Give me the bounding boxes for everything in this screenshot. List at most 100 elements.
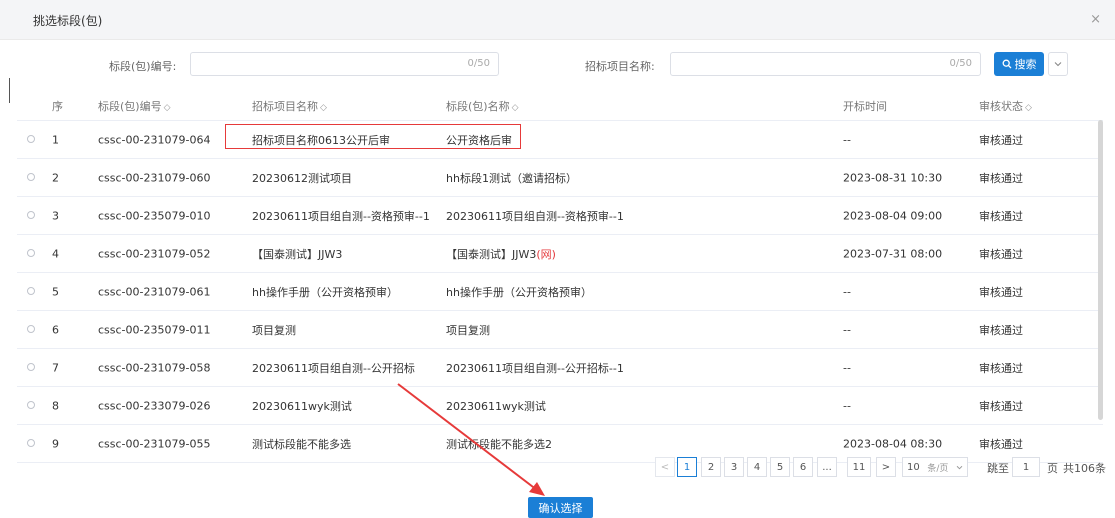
header-status[interactable]: 审核状态 ◇ (979, 98, 1032, 114)
sort-icon[interactable]: ◇ (512, 103, 519, 113)
cell-code: cssc-00-235079-011 (98, 323, 211, 336)
cell-open-time: 2023-08-04 08:30 (843, 437, 943, 450)
cell-project: 20230612测试项目 (252, 171, 352, 185)
cell-code: cssc-00-231079-060 (98, 171, 211, 184)
cell-project: 20230611项目组自测--资格预审--1 (252, 209, 430, 223)
table-header: 序 标段(包)编号 ◇ 招标项目名称 ◇ 标段(包)名称 ◇ 开标时间 审核状态 ◇ (17, 92, 1103, 121)
project-input[interactable] (677, 55, 940, 75)
total-count: 共106条 (1063, 462, 1106, 475)
cell-code: cssc-00-235079-010 (98, 209, 211, 222)
sort-icon[interactable]: ◇ (320, 103, 327, 113)
table-row[interactable]: 3 cssc-00-235079-010 20230611项目组自测--资格预审--… (17, 197, 1103, 235)
page-button[interactable]: 6 (793, 457, 813, 477)
text-cursor (9, 78, 10, 103)
header-name[interactable]: 标段(包)名称 ◇ (446, 98, 519, 114)
close-icon[interactable]: × (1090, 12, 1101, 27)
header-open-time: 开标时间 (843, 100, 887, 113)
cell-open-time: -- (843, 323, 851, 336)
page-size-select[interactable]: 10 条/页 (902, 457, 968, 477)
row-radio[interactable] (27, 248, 35, 257)
cell-code: cssc-00-233079-026 (98, 399, 211, 412)
page-button[interactable]: 1 (677, 457, 697, 477)
header-project[interactable]: 招标项目名称 ◇ (252, 98, 327, 114)
cell-code: cssc-00-231079-061 (98, 285, 211, 298)
cell-open-time: 2023-08-04 09:00 (843, 209, 943, 222)
sort-icon[interactable]: ◇ (1025, 103, 1032, 113)
page-button[interactable]: 4 (747, 457, 767, 477)
cell-name: 项目复测 (446, 322, 490, 338)
page-size-value: 10 (907, 461, 920, 473)
cell-name: 20230611项目组自测--公开招标--1 (446, 360, 624, 376)
bid-section-table: 序 标段(包)编号 ◇ 招标项目名称 ◇ 标段(包)名称 ◇ 开标时间 审核状态 ◇ 1… (17, 92, 1103, 463)
page-button[interactable]: 3 (724, 457, 744, 477)
cell-seq: 1 (52, 133, 59, 146)
table-row[interactable]: 6 cssc-00-235079-011 项目复测 项目复测 -- 审核通过 (17, 311, 1103, 349)
search-button[interactable]: 搜索 (994, 52, 1044, 76)
cell-status: 审核通过 (979, 285, 1023, 299)
table-row[interactable]: 4 cssc-00-231079-052 【国泰测试】JJW3 【国泰测试】JJW3(… (17, 235, 1103, 273)
row-radio[interactable] (27, 210, 35, 219)
search-button-label: 搜索 (1014, 58, 1037, 71)
page-button[interactable]: 2 (701, 457, 721, 477)
header-status-label: 审核状态 (979, 100, 1023, 113)
search-bar: 标段(包)编号: 0/50 招标项目名称: 0/50 搜索 (0, 52, 1115, 78)
cell-name: 【国泰测试】JJW3(网) (446, 246, 556, 262)
prev-page-button[interactable]: < (655, 457, 675, 477)
cell-code: cssc-00-231079-058 (98, 361, 211, 374)
row-radio[interactable] (27, 286, 35, 295)
page-ellipsis[interactable]: ... (817, 457, 837, 477)
chevron-down-icon (956, 465, 963, 469)
cell-name-text: hh操作手册（公开资格预审） (446, 285, 592, 299)
row-radio[interactable] (27, 438, 35, 447)
row-radio[interactable] (27, 172, 35, 181)
header-project-label: 招标项目名称 (252, 100, 318, 113)
cell-seq: 9 (52, 437, 59, 450)
cell-name-text: 【国泰测试】JJW3 (446, 247, 537, 261)
cell-seq: 7 (52, 361, 59, 374)
jump-input[interactable]: 1 (1012, 457, 1040, 477)
row-radio[interactable] (27, 134, 35, 143)
table-row[interactable]: 7 cssc-00-231079-058 20230611项目组自测--公开招标 20… (17, 349, 1103, 387)
cell-name: 20230611项目组自测--资格预审--1 (446, 208, 624, 224)
page-button[interactable]: 11 (847, 457, 871, 477)
sort-icon[interactable]: ◇ (164, 103, 171, 113)
table-row[interactable]: 5 cssc-00-231079-061 hh操作手册（公开资格预审） hh操作手册（… (17, 273, 1103, 311)
cell-name-text: hh标段1测试（邀请招标） (446, 171, 577, 185)
cell-code: cssc-00-231079-052 (98, 247, 211, 260)
project-char-count: 0/50 (949, 58, 972, 69)
cell-seq: 6 (52, 323, 59, 336)
cell-status: 审核通过 (979, 209, 1023, 223)
code-input[interactable] (197, 55, 458, 75)
dialog-header: 挑选标段(包) × (0, 0, 1115, 40)
cell-project: 20230611wyk测试 (252, 399, 352, 413)
pagination: < 1 2 3 4 5 6... 11 > 10 条/页 跳至 1 页 共106条 (0, 457, 1115, 477)
cell-name: 20230611wyk测试 (446, 398, 546, 414)
expand-search-button[interactable] (1048, 52, 1068, 76)
cell-name-text: 20230611项目组自测--资格预审--1 (446, 209, 624, 223)
confirm-selection-button[interactable]: 确认选择 (528, 497, 593, 518)
cell-name-text: 20230611项目组自测--公开招标--1 (446, 361, 624, 375)
cell-seq: 4 (52, 247, 59, 260)
table-row[interactable]: 1 cssc-00-231079-064 招标项目名称0613公开后审 公开资格后审 -… (17, 121, 1103, 159)
code-field[interactable]: 0/50 (190, 52, 499, 76)
page-button[interactable]: 5 (770, 457, 790, 477)
cell-project: hh操作手册（公开资格预审） (252, 285, 398, 299)
header-code[interactable]: 标段(包)编号 ◇ (98, 98, 171, 114)
row-radio[interactable] (27, 324, 35, 333)
cell-seq: 5 (52, 285, 59, 298)
cell-open-time: 2023-07-31 08:00 (843, 247, 943, 260)
cell-name-text: 测试标段能不能多选2 (446, 437, 552, 451)
cell-open-time: -- (843, 133, 851, 146)
project-field[interactable]: 0/50 (670, 52, 981, 76)
cell-open-time: -- (843, 361, 851, 374)
row-radio[interactable] (27, 400, 35, 409)
next-page-button[interactable]: > (876, 457, 896, 477)
table-row[interactable]: 2 cssc-00-231079-060 20230612测试项目 hh标段1测试（邀… (17, 159, 1103, 197)
header-name-label: 标段(包)名称 (446, 100, 510, 113)
table-row[interactable]: 8 cssc-00-233079-026 20230611wyk测试 20230611… (17, 387, 1103, 425)
cell-seq: 8 (52, 399, 59, 412)
cell-status: 审核通过 (979, 133, 1023, 147)
row-radio[interactable] (27, 362, 35, 371)
table-scrollbar[interactable] (1098, 120, 1103, 420)
cell-name-text: 20230611wyk测试 (446, 399, 546, 413)
